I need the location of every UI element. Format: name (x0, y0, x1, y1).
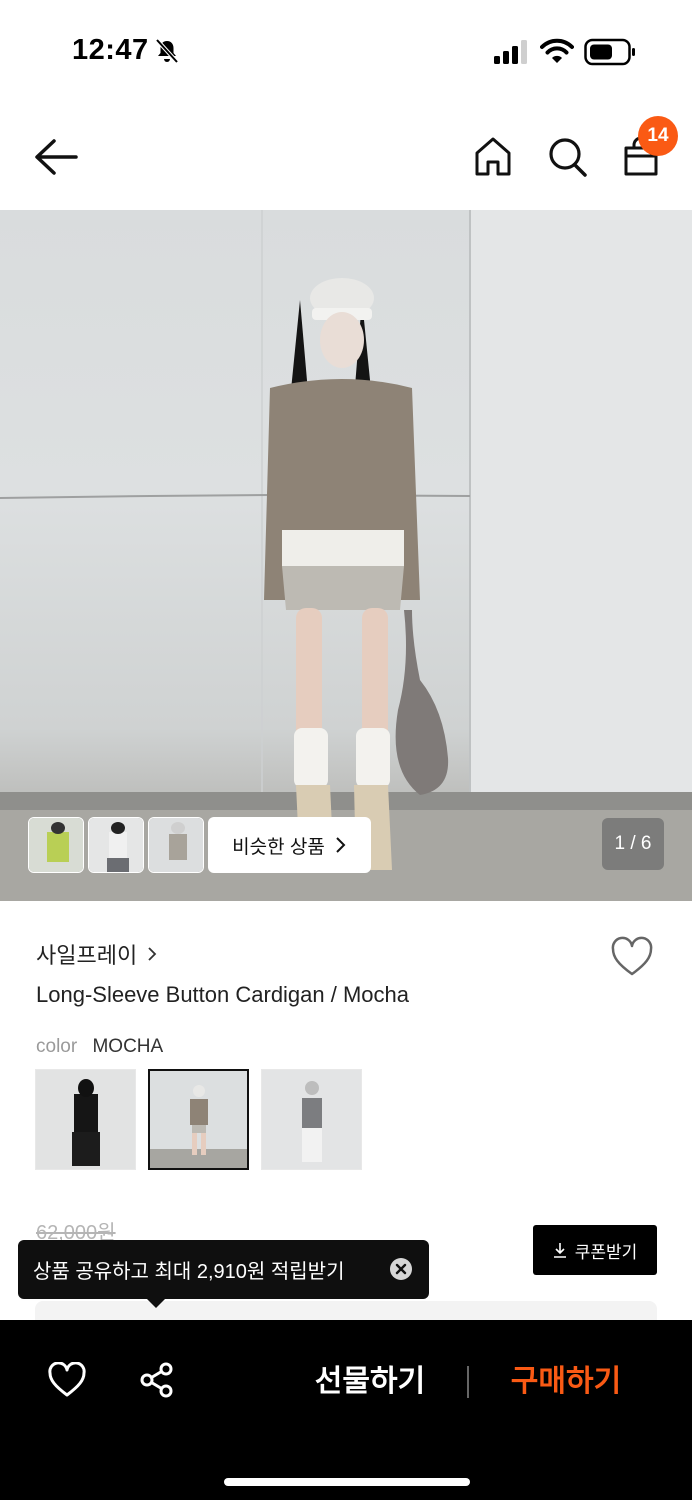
status-time: 12:47 (72, 34, 149, 66)
tooltip-text: 상품 공유하고 최대 2,910원 적립받기 (33, 1261, 345, 1283)
coupon-download-button[interactable]: 쿠폰받기 (533, 1225, 657, 1275)
wifi-icon (540, 38, 574, 63)
similar-products-label: 비슷한 상품 (232, 836, 325, 858)
battery-icon (584, 38, 635, 66)
cart-count-badge: 14 (638, 116, 678, 156)
product-photo (0, 210, 692, 901)
image-page-counter: 1 / 6 (602, 818, 664, 870)
close-icon[interactable] (389, 1257, 413, 1281)
color-swatch-black[interactable] (35, 1069, 136, 1170)
color-value: MOCHA (92, 1036, 164, 1057)
color-label: color (36, 1036, 78, 1057)
home-icon[interactable] (472, 134, 514, 178)
gallery-thumbnail[interactable] (148, 817, 204, 873)
similar-products-button[interactable]: 비슷한 상품 (208, 817, 371, 873)
color-swatch-grey[interactable] (261, 1069, 362, 1170)
gallery-thumbnail-strip (28, 817, 204, 873)
chevron-right-icon (336, 837, 346, 853)
tooltip-arrow (146, 1298, 166, 1308)
chevron-right-icon (148, 947, 157, 961)
heart-icon[interactable] (610, 936, 654, 978)
top-navigation-bar: 14 (0, 100, 692, 210)
heart-icon[interactable] (48, 1362, 86, 1398)
search-icon[interactable] (546, 134, 588, 178)
bell-slash-icon (155, 38, 179, 64)
bottom-action-bar: 선물하기 구매하기 (0, 1320, 692, 1500)
color-swatch-mocha[interactable] (148, 1069, 249, 1170)
coupon-label: 쿠폰받기 (574, 1242, 638, 1262)
gift-button[interactable]: 선물하기 (300, 1358, 440, 1406)
color-swatch-list (35, 1069, 362, 1170)
back-arrow-icon[interactable] (32, 136, 80, 178)
divider (467, 1366, 469, 1398)
gallery-thumbnail[interactable] (88, 817, 144, 873)
share-reward-tooltip[interactable]: 상품 공유하고 최대 2,910원 적립받기 (18, 1240, 429, 1299)
home-indicator[interactable] (224, 1478, 470, 1486)
buy-button[interactable]: 구매하기 (496, 1358, 636, 1406)
download-icon (553, 1243, 566, 1258)
status-bar: 12:47 (0, 0, 692, 100)
gallery-thumbnail[interactable] (28, 817, 84, 873)
signal-icon (494, 40, 527, 64)
color-option-row: color MOCHA (36, 1036, 163, 1058)
product-image-gallery[interactable] (0, 210, 692, 901)
brand-name: 사일프레이 (36, 943, 138, 968)
share-icon[interactable] (139, 1362, 175, 1398)
brand-link[interactable]: 사일프레이 (36, 938, 157, 970)
product-title: Long-Sleeve Button Cardigan / Mocha (36, 982, 410, 1007)
